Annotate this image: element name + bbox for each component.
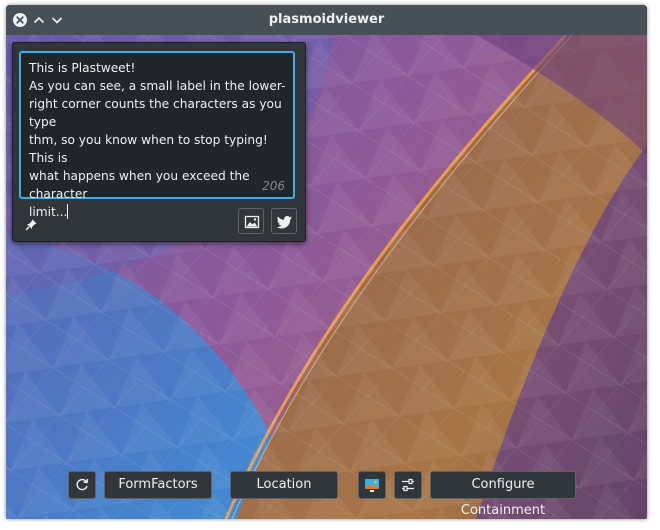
formfactors-button[interactable]: FormFactors [104, 471, 212, 499]
chevron-down-icon[interactable] [49, 12, 65, 28]
twitter-bird-icon [277, 216, 292, 229]
attach-image-button[interactable] [238, 208, 264, 234]
settings-sliders-icon [402, 478, 414, 492]
rotate-button[interactable] [68, 471, 96, 499]
plastweet-popup: This is Plastweet! As you can see, a sma… [12, 42, 306, 242]
wallpaper-icon [365, 479, 379, 492]
tweet-input[interactable]: This is Plastweet! As you can see, a sma… [19, 51, 295, 219]
wallpaper-button[interactable] [358, 471, 386, 499]
containment-settings-button[interactable] [394, 471, 422, 499]
character-counter: 206 [262, 179, 285, 193]
location-button[interactable]: Location [230, 471, 338, 499]
image-icon [244, 215, 260, 229]
pin-icon[interactable] [24, 217, 38, 231]
window-title: plasmoidviewer [268, 12, 385, 27]
plasma-desktop: This is Plastweet! As you can see, a sma… [6, 35, 647, 519]
titlebar[interactable]: plasmoidviewer [6, 5, 647, 35]
close-icon[interactable] [12, 12, 28, 28]
tweet-button[interactable] [271, 208, 297, 234]
text-caret [67, 204, 69, 219]
plasmoidviewer-window: plasmoidviewer This is Plastweet! As you… [6, 5, 647, 519]
configure-containment-button[interactable]: Configure Containment [430, 471, 576, 518]
chevron-up-icon[interactable] [31, 12, 47, 28]
tweet-text[interactable]: This is Plastweet! As you can see, a sma… [29, 59, 291, 221]
rotate-icon [76, 478, 89, 491]
